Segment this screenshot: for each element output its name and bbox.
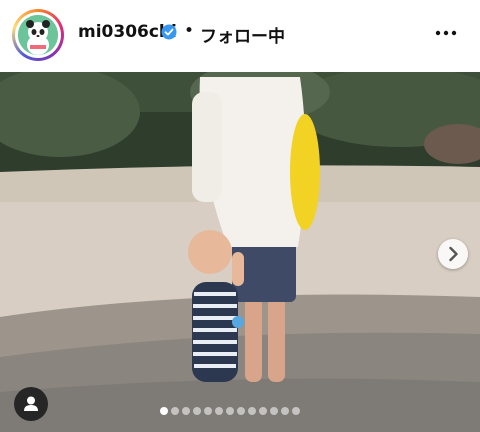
carousel-dot	[292, 407, 300, 415]
carousel-dot	[281, 407, 289, 415]
person-icon	[24, 396, 38, 411]
chevron-right-icon	[449, 246, 458, 262]
carousel-dot	[248, 407, 256, 415]
carousel-dot	[160, 407, 168, 415]
panda-avatar-icon	[18, 15, 58, 55]
carousel-dot	[171, 407, 179, 415]
carousel-dot	[193, 407, 201, 415]
post-photo[interactable]	[0, 72, 480, 432]
profile-avatar[interactable]	[12, 9, 64, 61]
carousel-dot	[259, 407, 267, 415]
carousel-dot	[182, 407, 190, 415]
carousel-dot	[237, 407, 245, 415]
next-image-button[interactable]	[438, 239, 468, 269]
verified-badge-icon	[161, 24, 177, 40]
carousel-dot	[204, 407, 212, 415]
following-button[interactable]: フォロー中	[200, 22, 285, 47]
carousel-dot	[226, 407, 234, 415]
carousel-dot	[270, 407, 278, 415]
carousel-dot	[215, 407, 223, 415]
user-tag-button[interactable]	[14, 387, 48, 421]
carousel-indicator	[160, 407, 320, 417]
more-options-icon[interactable]	[432, 23, 460, 43]
post-header: mi0306chi • フォロー中	[0, 0, 480, 70]
separator-dot: •	[184, 21, 195, 41]
